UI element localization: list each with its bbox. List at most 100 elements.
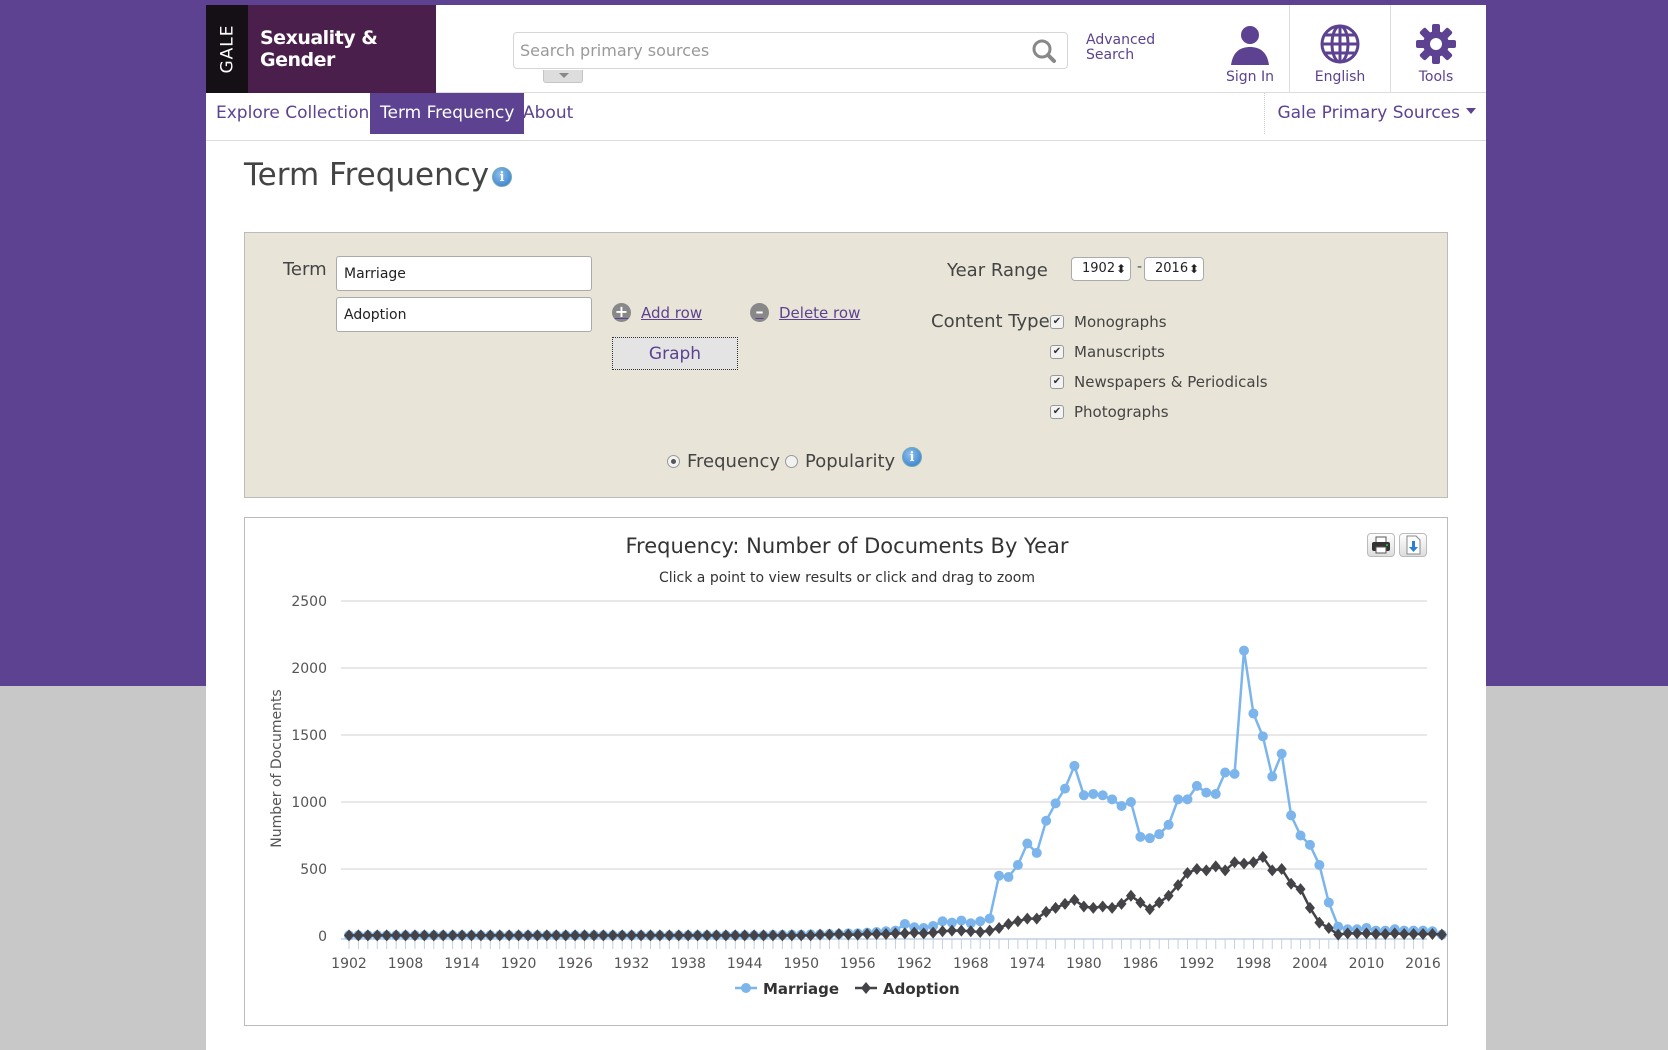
- data-point-marriage: [1088, 788, 1099, 799]
- nav-about[interactable]: About: [513, 93, 583, 134]
- y-tick-label: 1500: [291, 728, 327, 744]
- gale-primary-sources-menu[interactable]: Gale Primary Sources: [1264, 93, 1476, 134]
- x-tick-label: 1908: [388, 956, 424, 972]
- tools-button[interactable]: Tools: [1391, 5, 1481, 93]
- x-tick-label: 1944: [727, 956, 763, 972]
- chart-container: Frequency: Number of Documents By Year C…: [244, 517, 1448, 1026]
- year-from-select[interactable]: 1902: [1071, 257, 1131, 281]
- mode-info-icon[interactable]: i: [902, 447, 922, 467]
- y-axis-label: Number of Documents: [269, 689, 285, 847]
- content-type-newspapers[interactable]: ✔ Newspapers & Periodicals: [1050, 373, 1268, 391]
- data-point-marriage: [1191, 780, 1202, 791]
- data-point-marriage: [1210, 788, 1221, 799]
- search-options-toggle[interactable]: [543, 70, 583, 83]
- nav-explore-collections[interactable]: Explore Collections: [206, 93, 388, 134]
- data-point-adoption: [1041, 905, 1052, 918]
- minus-icon: –: [750, 303, 769, 322]
- term-input-2[interactable]: [336, 297, 592, 332]
- data-point-marriage: [1078, 790, 1089, 801]
- data-point-marriage: [1125, 797, 1136, 807]
- checkbox-checked-icon[interactable]: ✔: [1050, 345, 1064, 359]
- data-point-adoption: [1107, 901, 1118, 914]
- gale-logo-text: GALE: [217, 24, 238, 74]
- data-point-adoption: [937, 925, 948, 938]
- data-point-marriage: [1031, 847, 1042, 858]
- data-point-adoption: [1050, 901, 1061, 914]
- graph-button[interactable]: Graph: [612, 337, 738, 370]
- checkbox-checked-icon[interactable]: ✔: [1050, 375, 1064, 389]
- data-point-adoption: [1078, 900, 1089, 913]
- data-point-marriage: [1286, 810, 1297, 821]
- year-separator: -: [1137, 259, 1143, 275]
- info-icon[interactable]: i: [492, 167, 512, 187]
- checkbox-label: Manuscripts: [1074, 343, 1165, 361]
- checkbox-checked-icon[interactable]: ✔: [1050, 405, 1064, 419]
- year-to-select[interactable]: 2016: [1144, 257, 1204, 281]
- data-point-adoption: [1088, 901, 1099, 914]
- data-point-adoption: [1201, 864, 1212, 877]
- data-point-marriage: [1267, 771, 1278, 782]
- data-point-adoption: [956, 924, 967, 937]
- radio-unselected-icon[interactable]: [785, 455, 798, 468]
- tools-label: Tools: [1418, 69, 1454, 85]
- page-title: Term Frequency i: [244, 157, 512, 193]
- delete-row-link[interactable]: – Delete row: [750, 303, 860, 322]
- x-tick-label: 1938: [670, 956, 706, 972]
- sign-in-button[interactable]: Sign In: [1206, 5, 1294, 93]
- data-point-marriage: [975, 916, 986, 927]
- data-point-marriage: [1220, 767, 1231, 778]
- x-tick-label: 1992: [1179, 956, 1215, 972]
- content-type-manuscripts[interactable]: ✔ Manuscripts: [1050, 343, 1165, 361]
- search-form-panel: Term + Add row –Delete row Graph Year Ran…: [244, 232, 1448, 498]
- brand-title[interactable]: Sexuality & Gender: [248, 5, 436, 93]
- checkbox-label: Monographs: [1074, 313, 1167, 331]
- content-type-photographs[interactable]: ✔ Photographs: [1050, 403, 1169, 421]
- data-point-adoption: [1239, 857, 1249, 870]
- data-point-marriage: [1041, 815, 1052, 826]
- x-tick-label: 2010: [1349, 956, 1385, 972]
- data-point-marriage: [1163, 819, 1174, 830]
- x-tick-label: 1974: [1009, 956, 1045, 972]
- mode-frequency[interactable]: Frequency: [667, 451, 780, 472]
- nav-term-frequency[interactable]: Term Frequency: [370, 93, 525, 134]
- x-tick-label: 1902: [331, 956, 367, 972]
- data-point-marriage: [1154, 829, 1165, 840]
- radio-selected-icon[interactable]: [667, 455, 680, 468]
- content-type-monographs[interactable]: ✔ Monographs: [1050, 313, 1167, 331]
- data-point-marriage: [1107, 794, 1118, 805]
- y-tick-label: 500: [300, 862, 327, 878]
- y-tick-label: 0: [318, 929, 327, 945]
- mode-popularity[interactable]: Popularity: [785, 451, 895, 472]
- term-input-1[interactable]: [336, 256, 592, 291]
- data-point-adoption: [1069, 893, 1080, 906]
- checkbox-checked-icon[interactable]: ✔: [1050, 315, 1064, 329]
- x-tick-label: 1968: [953, 956, 989, 972]
- data-point-adoption: [975, 925, 986, 938]
- page-title-text: Term Frequency: [244, 157, 490, 193]
- data-point-adoption: [994, 921, 1005, 934]
- data-point-marriage: [956, 915, 967, 926]
- data-point-marriage: [1116, 801, 1127, 812]
- language-button[interactable]: English: [1290, 5, 1390, 93]
- data-point-marriage: [1314, 859, 1325, 870]
- data-point-adoption: [1210, 860, 1221, 873]
- data-point-marriage: [1201, 787, 1212, 798]
- data-point-adoption: [1144, 903, 1155, 916]
- data-point-adoption: [984, 924, 995, 937]
- data-point-adoption: [1031, 912, 1042, 925]
- search-input[interactable]: [514, 33, 994, 67]
- x-tick-label: 1980: [1066, 956, 1102, 972]
- x-tick-label: 1926: [557, 956, 593, 972]
- data-point-adoption: [946, 924, 957, 937]
- add-row-link[interactable]: + Add row: [612, 303, 702, 322]
- chart-plot[interactable]: 0 500 1000 1500 2000 2500 1902 1908 1914 1920 1926…: [245, 518, 1449, 1027]
- radio-label: Frequency: [687, 451, 780, 472]
- gale-logo[interactable]: GALE: [206, 5, 248, 93]
- page: GALE Sexuality & Gender AdvancedSearch S…: [206, 5, 1486, 1050]
- data-point-marriage: [1135, 831, 1146, 842]
- data-point-adoption: [1323, 921, 1334, 934]
- advanced-search-link[interactable]: Advanced Search: [1086, 33, 1155, 63]
- x-tick-label: 1962: [896, 956, 932, 972]
- search-icon[interactable]: [1031, 38, 1057, 64]
- data-point-marriage: [1248, 708, 1259, 719]
